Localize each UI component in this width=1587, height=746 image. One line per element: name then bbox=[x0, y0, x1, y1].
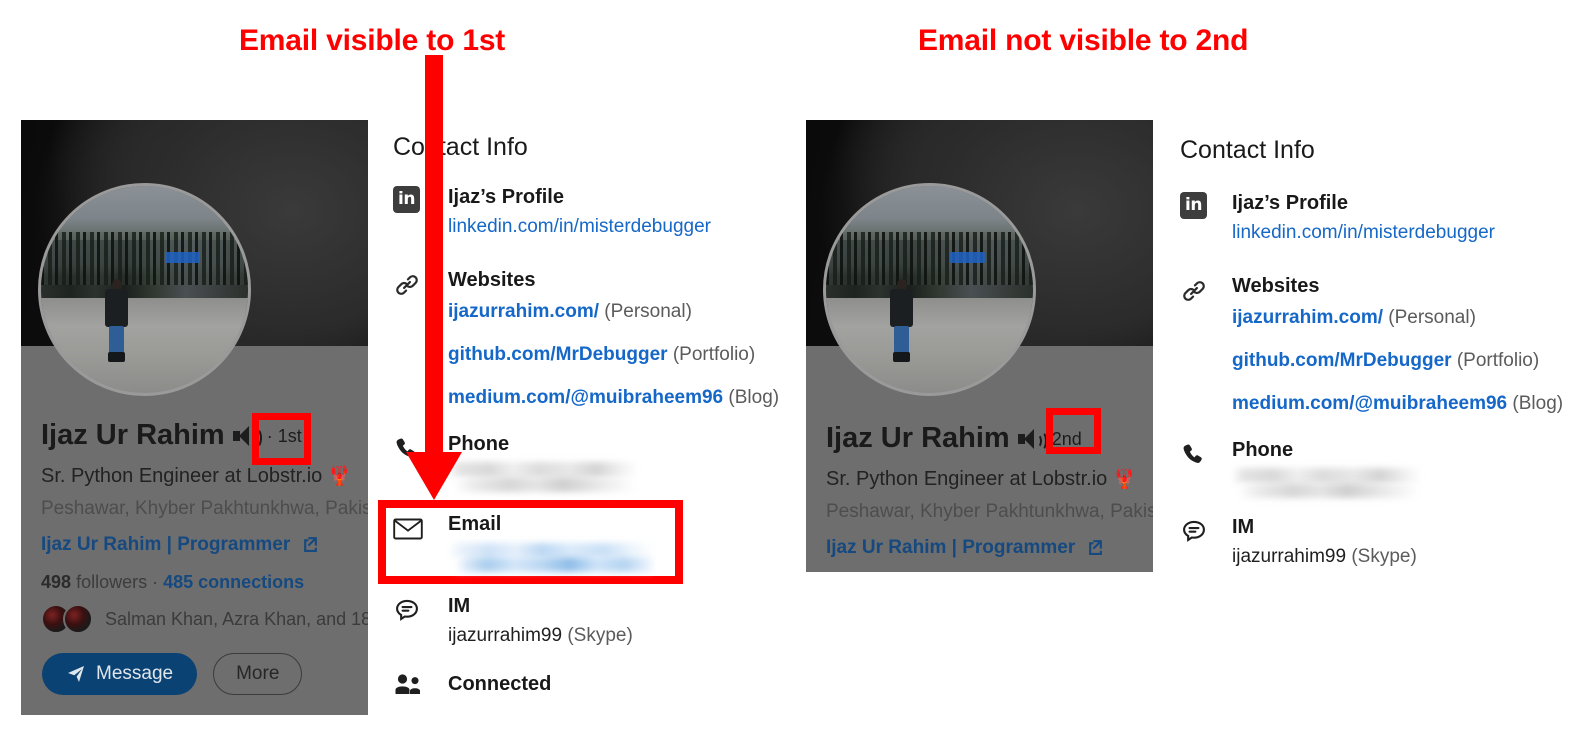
email-row-highlighted: Email bbox=[393, 513, 663, 575]
profile-headline: Sr. Python Engineer at Lobstr.io 🦞 bbox=[826, 468, 1137, 490]
link-icon bbox=[1180, 277, 1210, 307]
contact-row-im: IM ijazurrahim99 (Skype) bbox=[393, 595, 723, 647]
contact-row-label: Websites bbox=[448, 269, 536, 291]
contact-row-label: Phone bbox=[448, 433, 510, 455]
message-button[interactable]: Message bbox=[42, 653, 198, 695]
phone-value-redacted bbox=[1232, 468, 1540, 504]
more-button-label: More bbox=[236, 663, 280, 684]
contact-info-panel-right: Contact Info in Ijaz’s Profile linkedin.… bbox=[1180, 136, 1563, 606]
profile-card-left: Ijaz Ur Rahim · 1st Sr. Python Engineer … bbox=[21, 120, 368, 715]
contact-row-label: Phone bbox=[1232, 439, 1294, 461]
mutual-connections[interactable]: Salman Khan, Azra Khan, and 18 o bbox=[41, 604, 368, 634]
send-paper-plane-icon bbox=[66, 664, 86, 684]
followers-count: 498 bbox=[41, 572, 72, 592]
contact-row-label: IM bbox=[448, 595, 471, 617]
profile-location: Peshawar, Khyber Pakhtunkhwa, Pakistan · bbox=[41, 498, 368, 519]
stats-separator: · bbox=[152, 572, 159, 592]
lobster-emoji-icon: 🦞 bbox=[327, 466, 352, 487]
profile-name: Ijaz Ur Rahim bbox=[41, 419, 225, 451]
avatar bbox=[38, 183, 251, 396]
linkedin-url[interactable]: linkedin.com/in/misterdebugger bbox=[1232, 222, 1540, 244]
website-blog[interactable]: medium.com/@muibraheem96 (Blog) bbox=[448, 387, 779, 409]
website-portfolio[interactable]: github.com/MrDebugger (Portfolio) bbox=[448, 344, 755, 366]
company-link[interactable]: Ijaz Ur Rahim | Programmer bbox=[826, 537, 1104, 559]
highlight-box-2nd bbox=[1046, 408, 1101, 454]
profile-location: Peshawar, Khyber Pakhtunkhwa, Pakistan bbox=[826, 501, 1153, 522]
phone-icon bbox=[1180, 441, 1210, 471]
website-personal[interactable]: ijazurrahim.com/ (Personal) bbox=[1232, 307, 1540, 329]
contact-row-phone: Phone bbox=[1180, 439, 1540, 504]
contact-row-label: Websites bbox=[1232, 275, 1320, 297]
annotation-arrow-shaft bbox=[425, 55, 443, 475]
linkedin-icon: in bbox=[393, 186, 423, 216]
envelope-icon bbox=[393, 517, 423, 547]
highlight-box-1st bbox=[252, 413, 311, 465]
company-link[interactable]: Ijaz Ur Rahim | Programmer bbox=[41, 534, 319, 556]
avatar bbox=[823, 183, 1036, 396]
contact-row-websites: Websites ijazurrahim.com/ (Personal) git… bbox=[1180, 275, 1563, 415]
im-value: ijazurrahim99 (Skype) bbox=[448, 625, 633, 646]
email-value-redacted bbox=[448, 543, 663, 577]
contact-info-title: Contact Info bbox=[393, 133, 528, 161]
contact-row-connected: Connected bbox=[393, 673, 723, 696]
profile-stats: 498 followers · 485 connections bbox=[41, 572, 304, 593]
contact-row-linkedin[interactable]: in Ijaz’s Profile linkedin.com/in/mister… bbox=[1180, 192, 1540, 244]
audio-name-pronunciation-icon[interactable] bbox=[1017, 428, 1047, 451]
contact-row-label: Email bbox=[448, 513, 502, 535]
lobster-emoji-icon: 🦞 bbox=[1112, 469, 1137, 490]
linkedin-url[interactable]: linkedin.com/in/misterdebugger bbox=[448, 216, 723, 238]
website-blog[interactable]: medium.com/@muibraheem96 (Blog) bbox=[1232, 393, 1563, 415]
annotation-arrow-head bbox=[406, 452, 462, 500]
contact-row-im: IM ijazurrahim99 (Skype) bbox=[1180, 516, 1540, 568]
im-value: ijazurrahim99 (Skype) bbox=[1232, 546, 1417, 567]
external-link-icon bbox=[302, 534, 319, 556]
profile-name: Ijaz Ur Rahim bbox=[826, 422, 1010, 454]
external-link-icon bbox=[1087, 537, 1104, 559]
website-personal[interactable]: ijazurrahim.com/ (Personal) bbox=[448, 301, 723, 323]
people-icon bbox=[393, 673, 423, 703]
mutual-text: Salman Khan, Azra Khan, and 18 o bbox=[105, 608, 368, 629]
more-button[interactable]: More bbox=[213, 653, 303, 695]
website-portfolio[interactable]: github.com/MrDebugger (Portfolio) bbox=[1232, 350, 1540, 372]
contact-row-label: Connected bbox=[448, 673, 552, 695]
contact-info-title: Contact Info bbox=[1180, 136, 1315, 164]
connections-link[interactable]: 485 connections bbox=[163, 572, 304, 592]
profile-action-buttons: Message More bbox=[42, 653, 303, 695]
left-annotation-title: Email visible to 1st bbox=[239, 24, 506, 57]
contact-row-label: Ijaz’s Profile bbox=[1232, 192, 1348, 214]
contact-row-label: Ijaz’s Profile bbox=[448, 186, 564, 208]
profile-headline: Sr. Python Engineer at Lobstr.io 🦞 bbox=[41, 465, 352, 487]
chat-bubble-icon bbox=[1180, 518, 1210, 548]
contact-row-label: IM bbox=[1232, 516, 1255, 538]
followers-label: followers bbox=[76, 572, 148, 592]
profile-name-row: Ijaz Ur Rahim 2nd bbox=[826, 424, 1082, 453]
mutual-avatars bbox=[41, 604, 93, 634]
link-icon bbox=[393, 271, 423, 301]
linkedin-icon: in bbox=[1180, 192, 1210, 222]
chat-bubble-icon bbox=[393, 597, 423, 627]
right-annotation-title: Email not visible to 2nd bbox=[918, 24, 1249, 57]
message-button-label: Message bbox=[96, 663, 174, 684]
phone-value-redacted bbox=[448, 462, 723, 498]
profile-card-right: Ijaz Ur Rahim 2nd Sr. Python Engineer at… bbox=[806, 120, 1153, 572]
